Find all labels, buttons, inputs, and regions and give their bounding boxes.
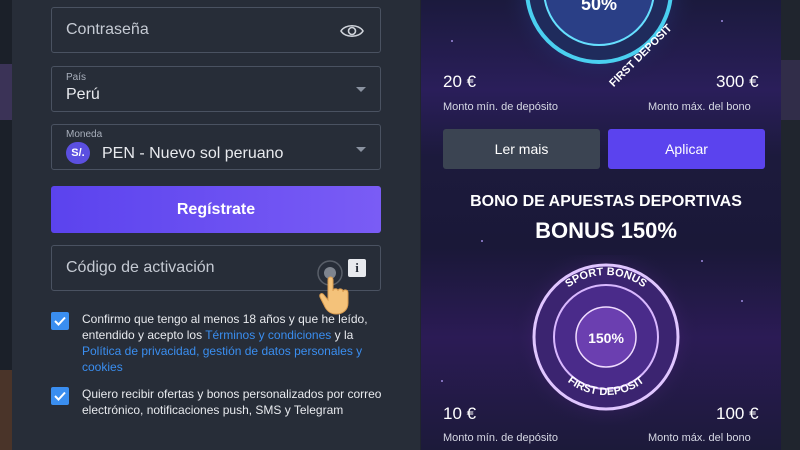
terms-link[interactable]: Términos y condiciones: [205, 328, 331, 342]
privacy-link[interactable]: Política de privacidad, gestión de datos…: [82, 344, 362, 374]
register-button[interactable]: Regístrate: [51, 186, 381, 233]
eye-icon[interactable]: [340, 22, 364, 45]
sport-min-amount: 10 €: [443, 404, 477, 423]
sport-max-label: Monto máx. del bono: [648, 432, 751, 444]
password-field[interactable]: Contraseña: [51, 7, 381, 53]
offers-checkbox[interactable]: [51, 387, 69, 405]
casino-max-amount: 300 €: [716, 72, 759, 91]
currency-value: PEN - Nuevo sol peruano: [102, 145, 284, 162]
sport-min-label: Monto mín. de depósito: [443, 432, 558, 444]
currency-symbol-icon: S/.: [66, 142, 90, 164]
registration-form: Contraseña País Perú Moneda S/. PEN - Nu…: [12, 0, 420, 450]
password-placeholder: Contraseña: [66, 21, 149, 38]
sport-max-amount: 100 €: [716, 404, 759, 423]
sport-badge-percent: 150%: [588, 330, 624, 346]
background-tint: [781, 60, 800, 120]
star-decoration: [741, 300, 743, 302]
sport-bonus-badge: SPORT BONUS 150% FIRST DEPOSIT: [506, 242, 706, 432]
star-decoration: [441, 380, 443, 382]
casino-badge-percent: 50%: [581, 0, 617, 14]
casino-min-label: Monto mín. de depósito: [443, 101, 558, 113]
activation-code-placeholder: Código de activación: [66, 259, 215, 276]
country-value: Perú: [66, 86, 100, 103]
terms-text: Confirmo que tengo al menos 18 años y qu…: [82, 311, 382, 375]
star-decoration: [451, 40, 453, 42]
terms-checkbox[interactable]: [51, 312, 69, 330]
currency-label: Moneda: [66, 129, 103, 140]
casino-bonus-badge: 50% FIRST DEPOSIT: [459, 0, 739, 95]
terms-middle: y la: [331, 328, 354, 342]
background-right: [781, 0, 800, 450]
sport-bonus-subtitle: BONUS 150%: [535, 218, 677, 243]
read-more-button[interactable]: Ler mais: [443, 129, 600, 169]
casino-max-label: Monto máx. del bono: [648, 101, 751, 113]
background-left: [0, 0, 12, 450]
offers-text: Quiero recibir ofertas y bonos personali…: [82, 387, 382, 417]
bonus-panel: 50% FIRST DEPOSIT 20 € Monto mín. de dep…: [421, 0, 781, 450]
sport-bonus-title: BONO DE APUESTAS DEPORTIVAS: [470, 193, 742, 210]
chevron-down-icon: [356, 147, 366, 152]
apply-button[interactable]: Aplicar: [608, 129, 765, 169]
country-label: País: [66, 72, 87, 83]
currency-select[interactable]: Moneda S/. PEN - Nuevo sol peruano: [51, 124, 381, 170]
background-tint: [0, 370, 12, 450]
country-select[interactable]: País Perú: [51, 66, 381, 112]
chevron-down-icon: [356, 87, 366, 92]
casino-min-amount: 20 €: [443, 72, 477, 91]
background-tint: [0, 64, 12, 120]
